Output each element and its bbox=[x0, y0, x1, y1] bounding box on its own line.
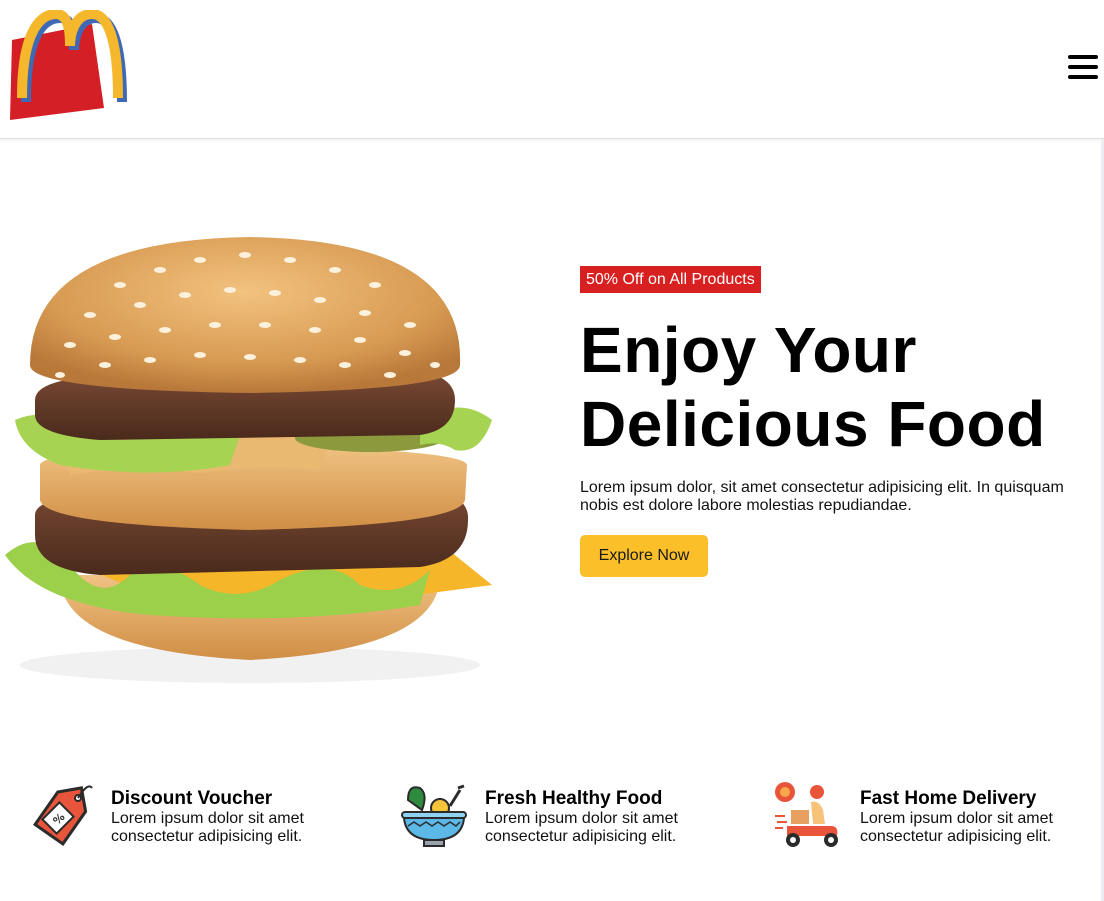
explore-now-button[interactable]: Explore Now bbox=[580, 535, 708, 577]
promo-badge: 50% Off on All Products bbox=[580, 266, 761, 293]
hamburger-menu-icon[interactable] bbox=[1068, 53, 1098, 81]
discount-tag-icon: % bbox=[33, 785, 93, 847]
mcdonalds-logo-icon[interactable] bbox=[4, 10, 132, 124]
feature-text: Lorem ipsum dolor sit amet consectetur a… bbox=[111, 810, 304, 845]
hero-title: Enjoy Your Delicious Food bbox=[580, 314, 1046, 460]
feature-title: Discount Voucher bbox=[111, 788, 273, 809]
healthy-food-bowl-icon bbox=[401, 784, 467, 847]
feature-discount-voucher: % Discount Voucher Lorem ipsum dolor sit… bbox=[24, 780, 364, 852]
feature-fast-home-delivery: Fast Home Delivery Lorem ipsum dolor sit… bbox=[773, 780, 1104, 852]
site-header bbox=[0, 0, 1104, 139]
delivery-scooter-icon bbox=[775, 782, 838, 847]
feature-text: Lorem ipsum dolor sit amet consectetur a… bbox=[485, 810, 678, 845]
feature-title: Fresh Healthy Food bbox=[485, 788, 663, 809]
feature-title: Fast Home Delivery bbox=[860, 788, 1037, 809]
hero-description: Lorem ipsum dolor, sit amet consectetur … bbox=[580, 479, 1064, 514]
feature-fresh-healthy-food: Fresh Healthy Food Lorem ipsum dolor sit… bbox=[398, 780, 738, 852]
feature-text: Lorem ipsum dolor sit amet consectetur a… bbox=[860, 810, 1053, 845]
burger-image bbox=[5, 237, 492, 683]
